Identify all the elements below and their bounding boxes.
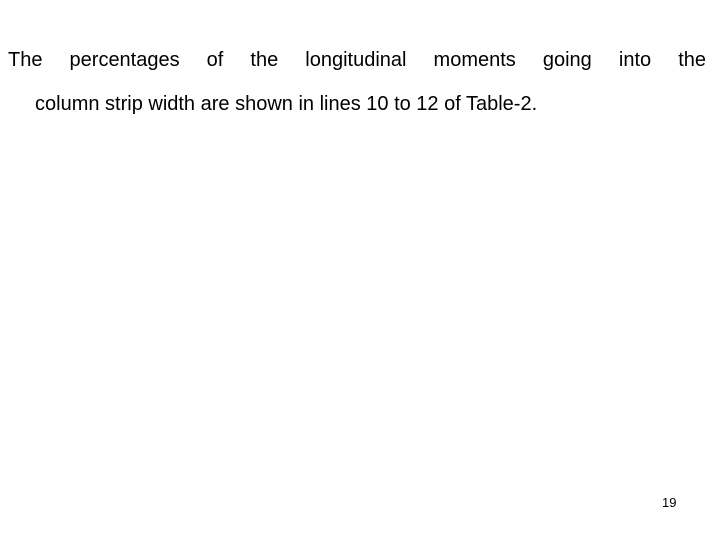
page-number: 19 — [662, 495, 677, 510]
paragraph-line-2: column strip width are shown in lines 10… — [35, 93, 538, 115]
paragraph-line-1: The percentages of the longitudinal mome… — [8, 49, 706, 71]
